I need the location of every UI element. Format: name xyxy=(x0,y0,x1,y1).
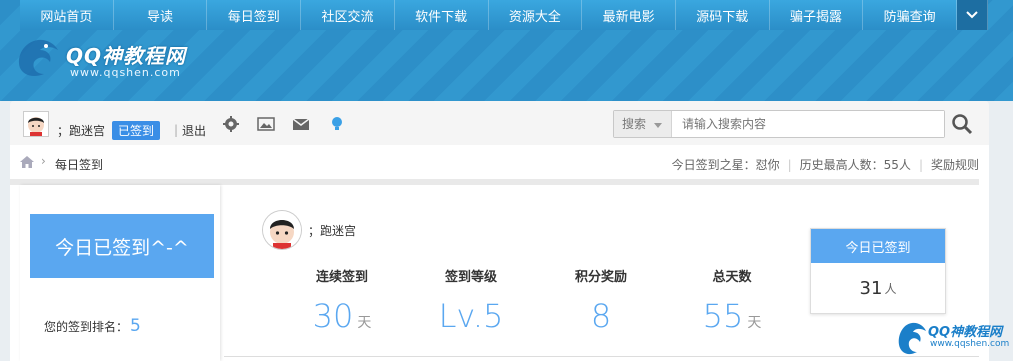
stat-level: 签到等级 Lv.5 xyxy=(411,266,531,335)
search-type-select[interactable]: 搜索 xyxy=(614,111,672,137)
rank-value: 5 xyxy=(130,316,141,336)
rank-label: 您的签到排名： xyxy=(44,320,129,334)
divider: | xyxy=(174,123,179,137)
top-nav: 网站首页 导读 每日签到 社区交流 软件下载 资源大全 最新电影 源码下载 骗子… xyxy=(20,0,989,30)
avatar-image-icon xyxy=(263,211,301,249)
avatar-image-icon xyxy=(24,112,48,136)
mail-icon[interactable] xyxy=(292,115,310,133)
card-title: 今日已签到 xyxy=(811,229,945,263)
today-star-link[interactable]: 今日签到之星：怼你 xyxy=(672,158,780,172)
breadcrumb-separator: › xyxy=(41,154,46,168)
avatar[interactable] xyxy=(263,211,301,249)
stat-label: 总天数 xyxy=(712,270,752,285)
stat-value: Lv.5 xyxy=(438,297,504,335)
nav-more-button[interactable] xyxy=(957,0,989,30)
gear-icon[interactable] xyxy=(222,115,240,133)
stat-value: 55 天 xyxy=(702,297,762,335)
nav-item-movies[interactable]: 最新电影 xyxy=(582,0,676,30)
logo-title: QQ神教程网 xyxy=(66,44,187,68)
caret-down-icon xyxy=(653,123,662,128)
search-input[interactable] xyxy=(674,111,944,137)
nav-item-home[interactable]: 网站首页 xyxy=(20,0,114,30)
user-bar: ；跑迷宫 已签到 | 退出 搜索 xyxy=(10,101,989,146)
avatar[interactable] xyxy=(23,111,49,137)
nav-item-community[interactable]: 社区交流 xyxy=(301,0,395,30)
logout-link[interactable]: 退出 xyxy=(182,122,206,139)
stat-value: 30 天 xyxy=(312,297,372,335)
card-count: 31 人 xyxy=(859,277,897,299)
stat-label: 签到等级 xyxy=(444,270,497,285)
today-checkin-card: 今日已签到 31 人 xyxy=(810,228,946,314)
stat-label: 连续签到 xyxy=(315,270,368,285)
breadcrumb-current: 每日签到 xyxy=(55,158,104,172)
nav-item-resources[interactable]: 资源大全 xyxy=(489,0,583,30)
dragon-logo-icon xyxy=(18,39,58,76)
search-icon[interactable] xyxy=(951,113,973,135)
watermark-subtitle: www.qqshen.com xyxy=(930,339,1010,349)
nav-item-software[interactable]: 软件下载 xyxy=(395,0,489,30)
reward-rules-link[interactable]: 奖励规则 xyxy=(931,158,979,172)
watermark-title: QQ神教程网 xyxy=(928,325,1003,340)
logo-subtitle: www.qqshen.com xyxy=(70,66,181,79)
home-icon[interactable] xyxy=(20,156,34,168)
history-max-label: 历史最高人数：55人 xyxy=(799,158,911,172)
signed-badge[interactable]: 已签到 xyxy=(112,121,161,140)
dragon-logo-icon xyxy=(898,322,926,355)
search-type-label: 搜索 xyxy=(622,117,647,131)
stat-consecutive: 连续签到 30 天 xyxy=(282,266,402,335)
divider: | xyxy=(918,158,923,172)
nav-item-guide[interactable]: 导读 xyxy=(114,0,208,30)
divider: | xyxy=(787,158,792,172)
lightbulb-icon[interactable] xyxy=(328,115,346,133)
stat-total-days: 总天数 55 天 xyxy=(672,266,792,335)
nav-item-scam-check[interactable]: 防骗查询 xyxy=(863,0,958,30)
search-box: 搜索 xyxy=(613,110,945,138)
image-icon[interactable] xyxy=(257,115,275,133)
nav-item-scam-expose[interactable]: 骗子揭露 xyxy=(770,0,864,30)
nav-item-checkin[interactable]: 每日签到 xyxy=(207,0,302,30)
chevron-down-icon xyxy=(966,11,978,19)
checkin-button[interactable]: 今日已签到^-^ xyxy=(30,214,214,278)
breadcrumb: › 每日签到 今日签到之星：怼你 | 历史最高人数：55人 | 奖励规则 xyxy=(10,145,989,179)
site-logo[interactable]: QQ神教程网 www.qqshen.com xyxy=(14,34,185,79)
stat-label: 积分奖励 xyxy=(574,270,627,285)
center-username[interactable]: ；跑迷宫 xyxy=(308,222,356,239)
stat-value: 8 xyxy=(590,297,612,335)
checkin-info-links: 今日签到之星：怼你 | 历史最高人数：55人 | 奖励规则 xyxy=(672,156,979,173)
watermark: QQ神教程网 www.qqshen.com xyxy=(896,318,1010,358)
username[interactable]: ；跑迷宫 xyxy=(57,122,105,139)
stat-points: 积分奖励 8 xyxy=(541,266,661,335)
rank-row: 您的签到排名： 5 xyxy=(44,316,141,336)
nav-item-source[interactable]: 源码下载 xyxy=(676,0,770,30)
